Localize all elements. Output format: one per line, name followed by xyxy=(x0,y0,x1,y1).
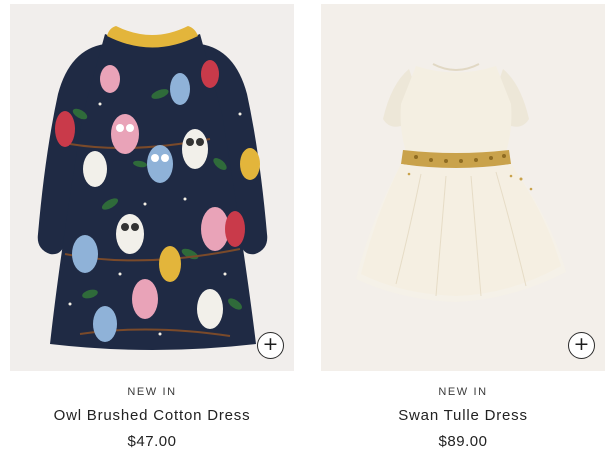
product-card-swan-dress[interactable]: + NEW IN Swan Tulle Dress $89.00 xyxy=(321,4,605,451)
new-in-badge: NEW IN xyxy=(127,386,177,398)
new-in-badge: NEW IN xyxy=(438,386,488,398)
product-image-swan-dress[interactable]: + xyxy=(321,4,605,371)
add-to-bag-button[interactable]: + xyxy=(568,332,595,359)
product-image-owl-dress[interactable]: + xyxy=(10,4,294,371)
plus-icon: + xyxy=(573,333,590,355)
product-title[interactable]: Swan Tulle Dress xyxy=(321,407,605,425)
add-to-bag-button[interactable]: + xyxy=(257,332,284,359)
product-price: $89.00 xyxy=(438,433,488,450)
product-price: $47.00 xyxy=(127,433,177,450)
product-title[interactable]: Owl Brushed Cotton Dress xyxy=(10,407,294,425)
swan-dress-illustration xyxy=(356,63,566,302)
owl-dress-illustration xyxy=(37,26,268,350)
product-card-owl-dress[interactable]: + NEW IN Owl Brushed Cotton Dress $47.00 xyxy=(10,4,294,451)
product-grid: + NEW IN Owl Brushed Cotton Dress $47.00 xyxy=(0,0,615,452)
plus-icon: + xyxy=(262,333,279,355)
